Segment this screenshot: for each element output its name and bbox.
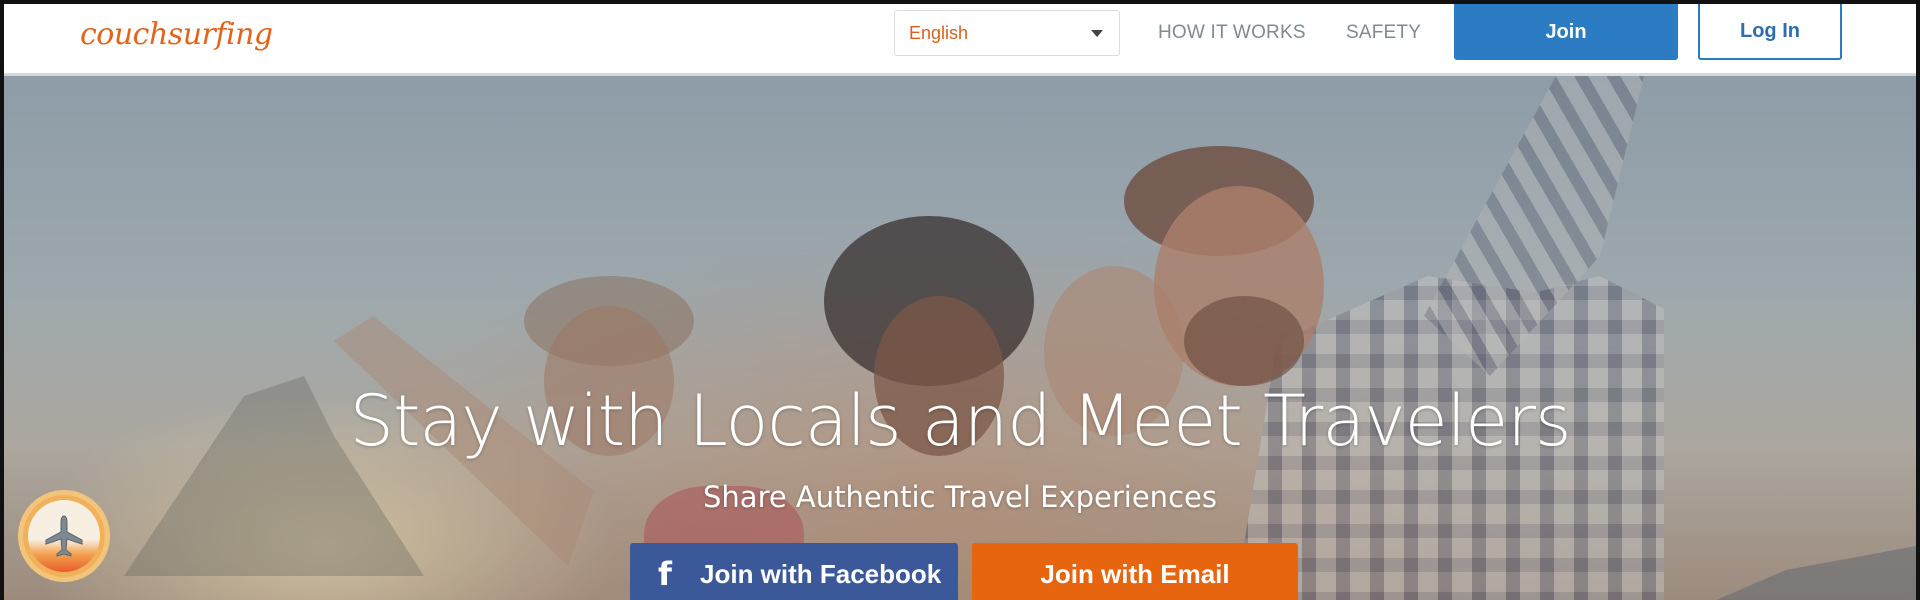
language-select[interactable]: English (894, 10, 1120, 56)
page-frame: couchsurfing English HOW IT WORKS SAFETY… (0, 0, 1920, 600)
facebook-icon: f (658, 555, 672, 593)
join-with-facebook-button[interactable]: f Join with Facebook (630, 543, 958, 600)
airplane-icon (40, 512, 88, 560)
hero-dim-overlay (4, 76, 1916, 600)
join-button[interactable]: Join (1454, 4, 1678, 60)
hero-section: Stay with Locals and Meet Travelers Shar… (4, 76, 1916, 600)
join-with-facebook-label: Join with Facebook (700, 558, 942, 589)
badge-inner-circle (28, 500, 100, 572)
chevron-down-icon (1091, 30, 1103, 37)
join-with-email-label: Join with Email (1040, 558, 1230, 589)
language-selected-value: English (909, 22, 969, 43)
hero-subheadline: Share Authentic Travel Experiences (703, 480, 1217, 514)
top-header: couchsurfing English HOW IT WORKS SAFETY… (4, 4, 1916, 76)
nav-how-it-works[interactable]: HOW IT WORKS (1158, 22, 1306, 44)
hero-headline: Stay with Locals and Meet Travelers (349, 380, 1572, 462)
nav-safety[interactable]: SAFETY (1346, 22, 1421, 44)
login-button[interactable]: Log In (1698, 4, 1842, 60)
couchsurfing-logo[interactable]: couchsurfing (80, 6, 273, 62)
join-with-email-button[interactable]: Join with Email (972, 543, 1298, 600)
travel-badge[interactable] (18, 490, 110, 582)
